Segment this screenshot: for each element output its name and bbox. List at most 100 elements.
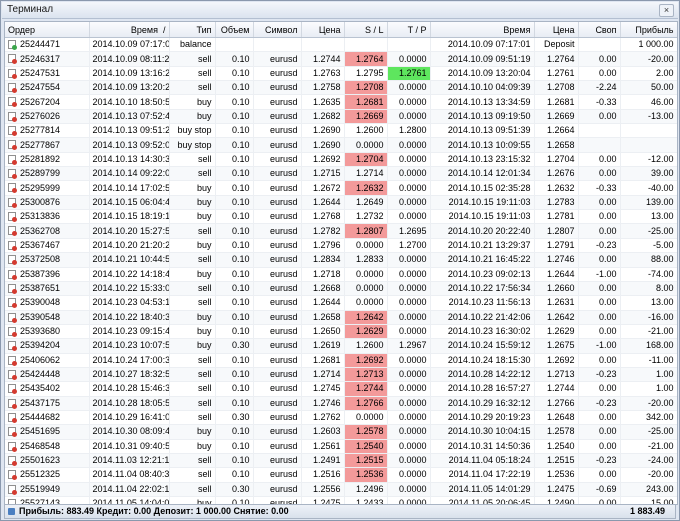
cell-order: 25390548 bbox=[5, 310, 90, 325]
col-header-open-price[interactable]: Цена bbox=[301, 22, 345, 38]
cell-order: 25247554 bbox=[5, 80, 90, 96]
cell-order-text: 25276026 bbox=[20, 110, 61, 121]
cell-volume: 0.10 bbox=[215, 381, 254, 397]
cell-close-price: 1.2783 bbox=[534, 195, 579, 211]
table-row[interactable]: 25295999 2014.10.14 17:02:55 buy 0.10 eurusd… bbox=[5, 180, 677, 196]
cell-open-time: 2014.10.28 18:05:56 bbox=[89, 396, 170, 411]
col-header-type[interactable]: Тип bbox=[169, 22, 216, 38]
cell-profit-text: -13.00 bbox=[647, 110, 674, 121]
cell-profit-text: 1.00 bbox=[655, 369, 674, 380]
history-table-container: Ордер Время / Тип Объем Символ Цена S / … bbox=[4, 21, 678, 505]
table-row[interactable]: 25277814 2014.10.13 09:51:20 buy stop 0.10 e… bbox=[5, 123, 677, 139]
cell-close-price-text: 1.2578 bbox=[546, 426, 575, 437]
col-header-open-time[interactable]: Время / bbox=[89, 22, 170, 38]
cell-type: buy bbox=[169, 324, 216, 340]
cell-open-price-text: 1.2768 bbox=[312, 211, 341, 222]
table-row[interactable]: 25435402 2014.10.28 15:46:32 sell 0.10 eurus… bbox=[5, 381, 677, 397]
cell-open-price-text: 1.2745 bbox=[312, 383, 341, 394]
col-header-volume[interactable]: Объем bbox=[215, 22, 254, 38]
table-row[interactable]: 25501623 2014.11.03 12:21:11 sell 0.10 eurus… bbox=[5, 453, 677, 469]
cell-order-text: 25444682 bbox=[20, 412, 61, 423]
cell-volume: 0.10 bbox=[215, 180, 254, 196]
table-row[interactable]: 25244471 2014.10.09 07:17:01 balance 2014.1… bbox=[5, 37, 677, 53]
cell-open-price: 1.2758 bbox=[301, 80, 345, 96]
cell-open-price: 1.2745 bbox=[301, 381, 345, 397]
col-header-close-time[interactable]: Время bbox=[430, 22, 535, 38]
cell-sl-text: 1.2629 bbox=[355, 326, 384, 337]
cell-tp: 0.0000 bbox=[387, 80, 431, 96]
table-row[interactable]: 25289799 2014.10.14 09:22:00 sell 0.10 eurus… bbox=[5, 166, 677, 182]
col-header-profit[interactable]: Прибыль bbox=[620, 22, 677, 38]
table-row[interactable]: 25519949 2014.11.04 22:02:15 sell 0.30 eurus… bbox=[5, 482, 677, 498]
cell-close-time-text: 2014.10.10 04:09:39 bbox=[447, 82, 531, 93]
table-row[interactable]: 25451695 2014.10.30 08:09:43 buy 0.10 eurusd… bbox=[5, 424, 677, 440]
table-row[interactable]: 25390548 2014.10.22 18:40:35 buy 0.10 eurusd… bbox=[5, 310, 677, 325]
table-row[interactable]: 25247554 2014.10.09 13:20:27 sell 0.10 eurus… bbox=[5, 80, 677, 96]
title-bar[interactable]: Терминал × bbox=[2, 2, 678, 19]
table-row[interactable]: 25246317 2014.10.09 08:11:24 sell 0.10 eurus… bbox=[5, 51, 677, 67]
table-row[interactable]: 25444682 2014.10.29 16:41:03 sell 0.30 eurus… bbox=[5, 410, 677, 426]
col-header-close-price[interactable]: Цена bbox=[534, 22, 579, 38]
cell-profit: -21.00 bbox=[620, 324, 677, 340]
cell-close-price-text: 1.2681 bbox=[546, 96, 575, 107]
table-row[interactable]: 25393680 2014.10.23 09:15:41 buy 0.10 eurusd… bbox=[5, 324, 677, 340]
col-header-sl[interactable]: S / L bbox=[344, 22, 388, 38]
table-row[interactable]: 25424448 2014.10.27 18:32:59 sell 0.10 eurus… bbox=[5, 367, 677, 383]
table-row[interactable]: 25313836 2014.10.15 18:19:18 buy 0.10 eurusd… bbox=[5, 209, 677, 225]
table-row[interactable]: 25277867 2014.10.13 09:52:08 buy stop 0.10 e… bbox=[5, 137, 677, 153]
cell-close-time-text: 2014.10.20 20:22:40 bbox=[447, 225, 531, 236]
table-row[interactable]: 25276026 2014.10.13 07:52:43 buy 0.10 eurusd… bbox=[5, 109, 677, 125]
cell-volume: 0.30 bbox=[215, 410, 254, 426]
col-header-symbol[interactable]: Символ bbox=[253, 22, 302, 38]
cell-symbol: eurusd bbox=[253, 381, 302, 397]
cell-symbol-text: eurusd bbox=[269, 440, 298, 451]
order-icon bbox=[8, 470, 17, 481]
table-row[interactable]: 25372508 2014.10.21 10:44:51 sell 0.10 eurus… bbox=[5, 252, 677, 268]
cell-tp: 0.0000 bbox=[387, 410, 431, 426]
cell-volume-text: 0.30 bbox=[231, 483, 250, 494]
table-row[interactable]: 25247531 2014.10.09 13:16:28 sell 0.10 eurus… bbox=[5, 66, 677, 82]
cell-symbol: eurusd bbox=[253, 453, 302, 469]
table-row[interactable]: 25394204 2014.10.23 10:07:57 buy 0.30 eurusd… bbox=[5, 338, 677, 354]
cell-type: sell bbox=[169, 252, 216, 268]
cell-order: 25277867 bbox=[5, 137, 90, 153]
cell-close-price: 1.2807 bbox=[534, 223, 579, 239]
table-row[interactable]: 25300876 2014.10.15 06:04:48 buy 0.10 eurusd… bbox=[5, 195, 677, 211]
cell-volume-text: 0.10 bbox=[231, 311, 250, 322]
cell-volume: 0.10 bbox=[215, 310, 254, 325]
cell-sl-text: 1.2600 bbox=[355, 340, 384, 351]
cell-close-price-text: 1.2807 bbox=[546, 225, 575, 236]
cell-tp: 0.0000 bbox=[387, 94, 431, 110]
cell-volume-text: 0.10 bbox=[231, 225, 250, 236]
col-header-tp[interactable]: T / P bbox=[387, 22, 431, 38]
cell-sl-text: 1.2807 bbox=[355, 225, 384, 236]
cell-close-time-text: 2014.10.13 23:15:32 bbox=[447, 153, 531, 164]
order-icon bbox=[8, 169, 17, 180]
cell-close-time-text: 2014.10.28 16:57:27 bbox=[447, 383, 531, 394]
cell-volume-text: 0.10 bbox=[231, 110, 250, 121]
table-row[interactable]: 25512325 2014.11.04 08:40:39 sell 0.10 eurus… bbox=[5, 467, 677, 483]
col-header-order[interactable]: Ордер bbox=[5, 22, 90, 38]
table-row[interactable]: 25387651 2014.10.22 15:33:07 sell 0.10 eurus… bbox=[5, 281, 677, 297]
table-row[interactable]: 25387396 2014.10.22 14:18:47 buy 0.10 eurusd… bbox=[5, 267, 677, 282]
table-row[interactable]: 25281892 2014.10.13 14:30:32 sell 0.10 eurus… bbox=[5, 152, 677, 168]
cell-open-time: 2014.10.09 13:16:28 bbox=[89, 66, 170, 82]
table-row[interactable]: 25437175 2014.10.28 18:05:56 sell 0.10 eurus… bbox=[5, 396, 677, 411]
cell-open-time-text: 2014.10.23 10:07:57 bbox=[92, 340, 169, 351]
cell-type-text: balance bbox=[179, 39, 212, 50]
cell-swap: 0.00 bbox=[578, 467, 621, 483]
table-row[interactable]: 25267204 2014.10.10 18:50:58 buy 0.10 eurusd… bbox=[5, 94, 677, 110]
table-row[interactable]: 25367467 2014.10.20 21:20:20 buy 0.10 eurusd… bbox=[5, 238, 677, 254]
cell-symbol-text: eurusd bbox=[269, 53, 298, 64]
close-icon[interactable]: × bbox=[659, 4, 674, 17]
table-row[interactable]: 25406062 2014.10.24 17:00:38 sell 0.10 eurus… bbox=[5, 353, 677, 368]
cell-tp-text: 0.0000 bbox=[398, 268, 427, 279]
table-row[interactable]: 25390048 2014.10.23 04:53:18 sell 0.10 eurus… bbox=[5, 295, 677, 311]
table-row[interactable]: 25468548 2014.10.31 09:40:53 buy 0.10 eurusd… bbox=[5, 439, 677, 454]
cell-type-text: buy bbox=[196, 440, 212, 451]
col-header-swap[interactable]: Своп bbox=[578, 22, 621, 38]
cell-symbol: eurusd bbox=[253, 439, 302, 454]
cell-profit: -13.00 bbox=[620, 109, 677, 125]
cell-open-time: 2014.10.13 14:30:32 bbox=[89, 152, 170, 168]
table-row[interactable]: 25362708 2014.10.20 15:27:50 sell 0.10 eurus… bbox=[5, 223, 677, 239]
